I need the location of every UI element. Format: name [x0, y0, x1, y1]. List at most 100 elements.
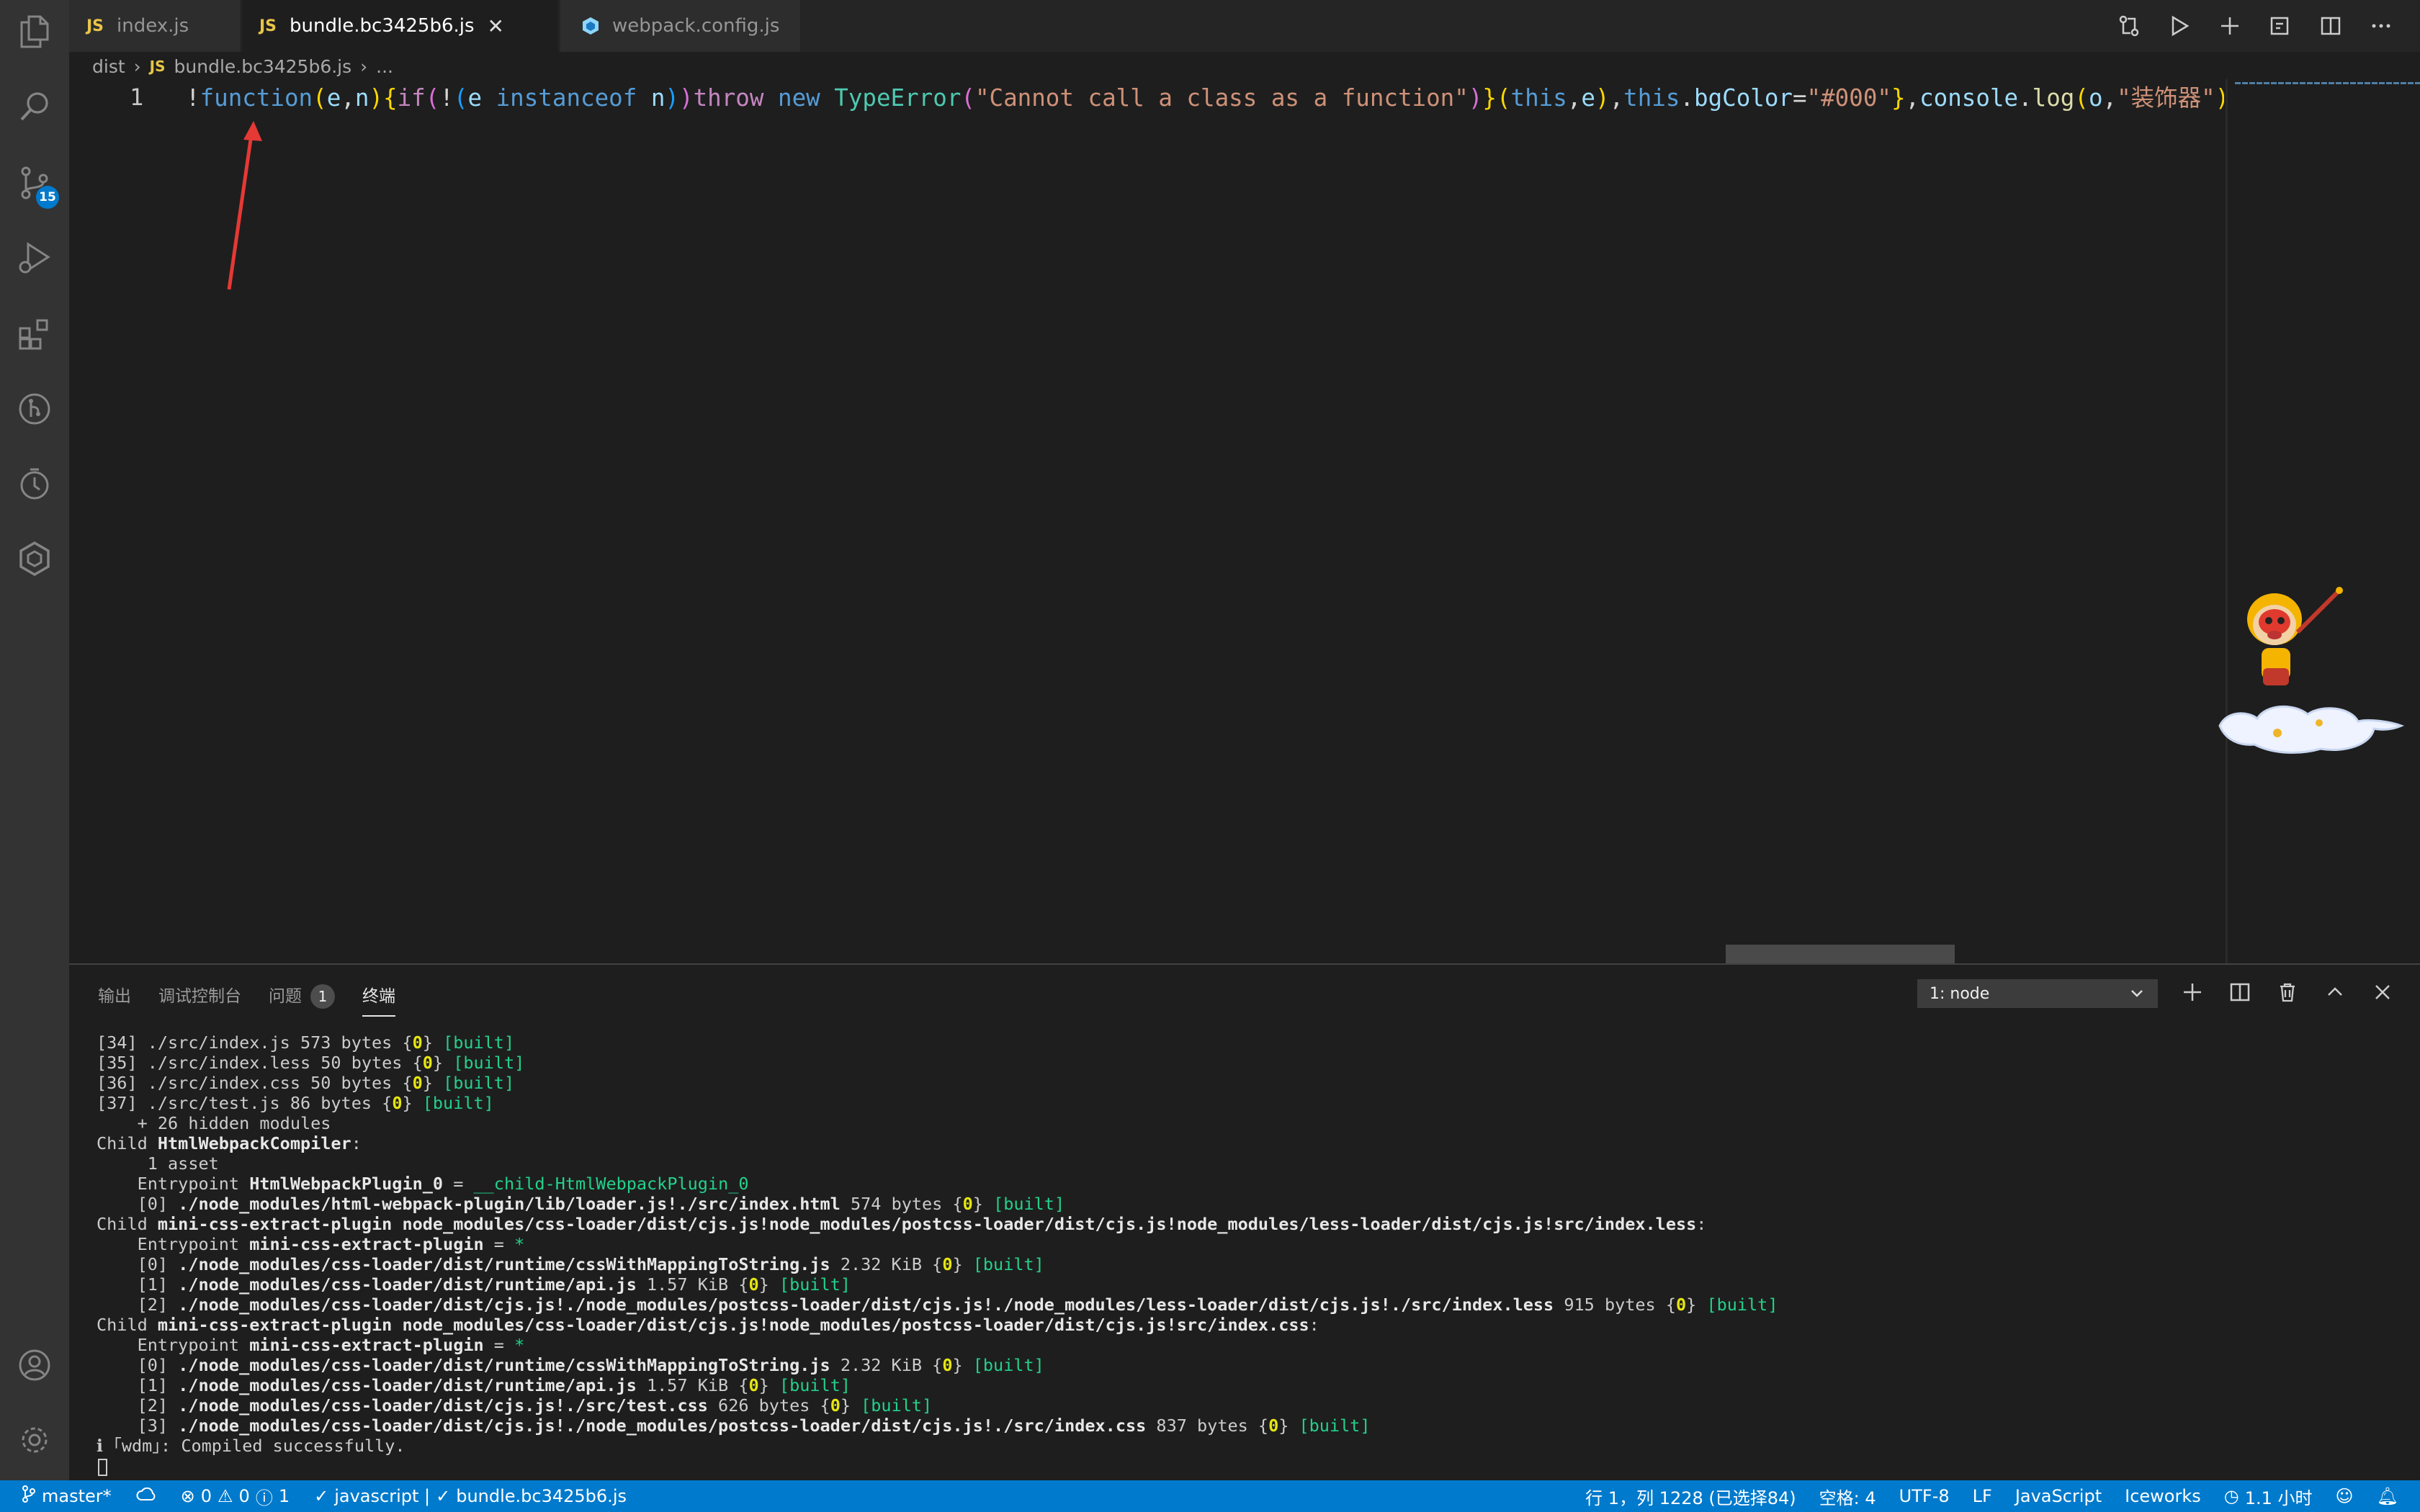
breadcrumb-folder[interactable]: dist [92, 56, 125, 77]
terminal-line: Child HtmlWebpackCompiler: [97, 1133, 1778, 1153]
tab-debug-console[interactable]: 调试控制台 [158, 982, 241, 1017]
terminal-segment: 0 [830, 1395, 841, 1416]
terminal-segment: HtmlWebpackCompiler [157, 1133, 351, 1153]
terminal-segment: 2.32 KiB { [830, 1355, 943, 1375]
terminal-segment: + 26 hidden modules [97, 1113, 331, 1133]
terminal-segment: ./node_modules/css-loader/dist/runtime/a… [178, 1375, 637, 1395]
code-token: ) [369, 84, 384, 112]
terminal-segment: 1.57 KiB { [636, 1375, 749, 1395]
tab-output[interactable]: 输出 [98, 982, 131, 1017]
terminal-segment: } [432, 1053, 454, 1073]
terminal-segment: [built] [443, 1032, 515, 1053]
terminal-line: Entrypoint HtmlWebpackPlugin_0 = __child… [97, 1174, 1778, 1194]
terminal-segment: Entrypoint [97, 1335, 250, 1355]
code-token: ! [186, 84, 200, 112]
git-graph-icon[interactable] [17, 392, 52, 426]
panel-tabs: 输出 调试控制台 问题 1 终端 [98, 982, 395, 1017]
code-line[interactable]: !function(e,n){if(!(e instanceof n))thro… [186, 81, 2224, 115]
terminal-segment: [34] ./src/index.js 573 bytes { [97, 1032, 413, 1053]
code-token: . [1680, 84, 1694, 112]
code-token: ) [2215, 84, 2224, 112]
split-terminal-icon[interactable] [2227, 979, 2253, 1005]
terminal-output[interactable]: [34] ./src/index.js 573 bytes { 0} [built… [97, 1032, 1778, 1456]
timeline-icon[interactable] [17, 467, 52, 501]
horizontal-scrollbar[interactable] [1726, 945, 1955, 963]
code-token: = [1792, 84, 1807, 112]
js-icon: JS [259, 17, 277, 35]
cursor-position[interactable]: 行 1，列 1228 (已选择84) [1585, 1484, 1796, 1509]
end-of-line[interactable]: LF [1973, 1486, 1992, 1506]
close-panel-icon[interactable] [2370, 979, 2396, 1005]
terminal-segment: [built] [972, 1254, 1044, 1274]
add-icon[interactable] [2217, 13, 2243, 39]
encoding[interactable]: UTF-8 [1899, 1486, 1950, 1506]
minimap[interactable] [2226, 79, 2420, 963]
terminal-segment: 0 [422, 1053, 433, 1073]
error-count: 0 [200, 1486, 212, 1506]
code-token: , [1905, 84, 1920, 112]
split-editor-icon[interactable] [2318, 13, 2344, 39]
tab-problems-label: 问题 [269, 987, 302, 1006]
terminal-segment: [0] [97, 1355, 179, 1375]
vscode-window: 15 JS index.js JS bundle.bc3425b6.js ✕ w… [0, 0, 2420, 1512]
terminal-segment: [36] ./src/index.css 50 bytes { [97, 1073, 413, 1093]
tab-terminal[interactable]: 终端 [362, 982, 395, 1017]
code-token: . [2018, 84, 2033, 112]
webpack-icon [582, 17, 599, 35]
maximize-panel-icon[interactable] [2322, 979, 2348, 1005]
chevron-right-icon: › [133, 55, 141, 77]
new-terminal-icon[interactable] [2179, 979, 2205, 1005]
terminal-segment: [37] ./src/test.js 86 bytes { [97, 1093, 393, 1113]
terminal-segment: [built] [1299, 1416, 1371, 1436]
breadcrumb-file[interactable]: bundle.bc3425b6.js [174, 56, 352, 77]
code-editor[interactable] [69, 79, 2420, 963]
terminal-line: [37] ./src/test.js 86 bytes {0} [built] [97, 1093, 1778, 1113]
run-icon[interactable] [2166, 13, 2192, 39]
open-changes-icon[interactable] [2267, 13, 2293, 39]
tab-index-js[interactable]: JS index.js [69, 0, 241, 52]
breadcrumb-more[interactable]: ... [376, 56, 393, 77]
iceworks-status[interactable]: Iceworks [2125, 1486, 2201, 1506]
sync-cloud-icon[interactable] [136, 1486, 156, 1506]
indentation[interactable]: 空格: 4 [1819, 1484, 1876, 1509]
terminal-segment: __child-HtmlWebpackPlugin_0 [473, 1174, 749, 1194]
eslint-status[interactable]: ✓ javascript | ✓ bundle.bc3425b6.js [314, 1486, 627, 1506]
settings-gear-icon[interactable] [17, 1423, 52, 1457]
terminal-line: Child mini-css-extract-plugin node_modul… [97, 1315, 1778, 1335]
terminal-segment: [1] [97, 1274, 179, 1295]
terminal-line: Entrypoint mini-css-extract-plugin = * [97, 1234, 1778, 1254]
compare-changes-icon[interactable] [2116, 13, 2142, 39]
more-actions-icon[interactable] [2368, 13, 2394, 39]
language-mode[interactable]: JavaScript [2015, 1486, 2102, 1506]
problems-status[interactable]: ⊗ 0 ⚠ 0 ⓘ 1 [181, 1484, 290, 1509]
branch-name: master* [42, 1486, 112, 1506]
close-icon[interactable]: ✕ [488, 14, 504, 38]
branch-status[interactable]: master* [22, 1485, 112, 1507]
explorer-icon[interactable] [17, 14, 52, 49]
tab-bundle-js[interactable]: JS bundle.bc3425b6.js ✕ [242, 0, 559, 52]
search-icon[interactable] [17, 89, 52, 124]
eslint-file: bundle.bc3425b6.js [456, 1486, 627, 1506]
notifications-bell-icon[interactable]: 🔔︎ [2377, 1486, 2398, 1506]
trash-icon[interactable] [2275, 979, 2300, 1005]
terminal-select[interactable]: 1: node [1917, 979, 2158, 1008]
tab-webpack-config[interactable]: webpack.config.js [560, 0, 801, 52]
terminal-line: [2] ./node_modules/css-loader/dist/cjs.j… [97, 1395, 1778, 1416]
monkey-king-mascot [2211, 582, 2413, 783]
time-tracker[interactable]: ◷ 1.1 小时 [2224, 1484, 2313, 1509]
extensions-icon[interactable] [17, 317, 52, 351]
iceworks-icon[interactable] [17, 541, 52, 576]
account-icon[interactable] [17, 1348, 52, 1382]
breadcrumb: dist › JS bundle.bc3425b6.js › ... [92, 55, 393, 78]
terminal-segment: ./node_modules/css-loader/dist/cjs.js!./… [178, 1395, 708, 1416]
code-token: e [467, 84, 496, 112]
feedback-icon[interactable]: ☺ [2336, 1486, 2354, 1506]
run-debug-icon[interactable] [17, 240, 52, 275]
terminal-segment: } [952, 1355, 973, 1375]
terminal-segment: ./node_modules/css-loader/dist/runtime/c… [178, 1355, 830, 1375]
check-icon: ✓ [314, 1486, 329, 1506]
check-icon: ✓ [436, 1486, 451, 1506]
code-token: ( [2074, 84, 2089, 112]
tab-label: bundle.bc3425b6.js [290, 15, 475, 37]
tab-problems[interactable]: 问题 1 [269, 982, 335, 1017]
